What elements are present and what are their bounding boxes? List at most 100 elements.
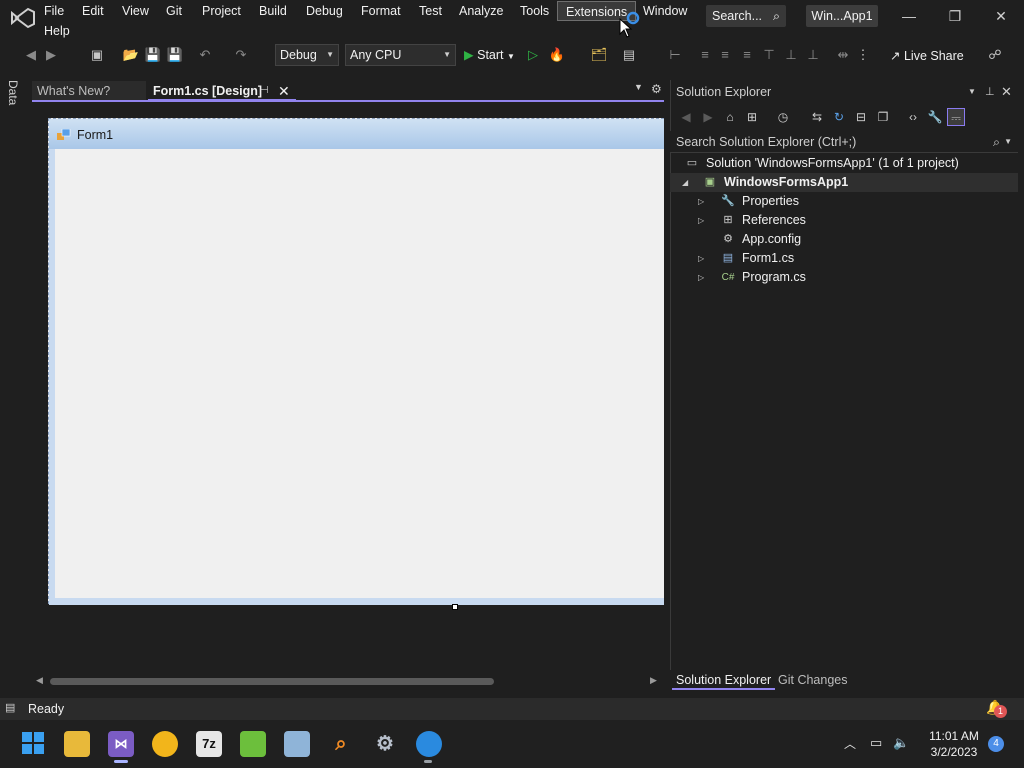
start-debugging-button[interactable]: ▶ Start ▼ [464, 45, 515, 65]
collapsed-arrow-icon[interactable]: ▷ [698, 192, 704, 211]
align-middle-icon[interactable]: ⊤ [760, 46, 778, 64]
align-center-icon[interactable]: ≡ [696, 46, 714, 64]
tab-overflow-icon[interactable]: ▼ [634, 82, 643, 92]
sync-with-document-icon[interactable]: ⇆ [808, 108, 826, 126]
layout-toolbar-icon[interactable]: ▤ [620, 46, 638, 64]
navigate-forward-icon[interactable]: ▶ [42, 46, 60, 64]
panel-options-icon[interactable]: ▼ [968, 84, 976, 100]
solution-explorer-search-input[interactable]: Search Solution Explorer (Ctrl+;) ⌕ ▼ [670, 131, 1018, 153]
tree-item-solution[interactable]: ▭ Solution 'WindowsFormsApp1' (1 of 1 pr… [670, 154, 1018, 173]
save-icon[interactable]: 💾 [144, 46, 162, 64]
file-explorer-icon[interactable] [64, 731, 90, 757]
pin-tab-icon[interactable]: ⊣ [260, 81, 269, 101]
open-file-icon[interactable]: 📂 [122, 46, 140, 64]
horizontal-scroll-thumb[interactable] [50, 678, 494, 685]
collapsed-arrow-icon[interactable]: ▷ [698, 249, 704, 268]
hot-reload-icon[interactable]: 🔥 [548, 46, 566, 64]
align-bottom-icon[interactable]: ⊥ [782, 46, 800, 64]
tab-whats-new[interactable]: What's New? [32, 81, 146, 101]
scroll-right-icon[interactable]: ▶ [650, 675, 657, 686]
tree-item-program[interactable]: ▷ C# Program.cs [670, 268, 1018, 287]
collapsed-arrow-icon[interactable]: ▷ [698, 268, 704, 287]
make-same-size-icon[interactable]: ⊥ [804, 46, 822, 64]
align-right-icon[interactable]: ≡ [716, 46, 734, 64]
global-search-box[interactable]: Search... ⌕ [706, 5, 786, 27]
close-panel-icon[interactable]: ✕ [1001, 84, 1012, 100]
collapse-all-icon[interactable]: ⊟ [852, 108, 870, 126]
new-project-icon[interactable]: ▣ [88, 46, 106, 64]
preview-selected-items-icon[interactable]: ⎓ [947, 108, 965, 126]
home-icon[interactable]: ⌂ [721, 108, 739, 126]
visual-studio-logo-icon[interactable] [8, 6, 36, 30]
photos-app-icon[interactable] [284, 731, 310, 757]
menu-project[interactable]: Project [200, 1, 243, 21]
browser-app-icon[interactable] [152, 731, 178, 757]
tab-solution-explorer[interactable]: Solution Explorer [672, 671, 776, 690]
pin-panel-icon[interactable]: ⊥ [985, 84, 995, 100]
menu-edit[interactable]: Edit [80, 1, 106, 21]
notification-center-badge[interactable]: 4 [988, 736, 1004, 752]
taskbar-clock-time[interactable]: 11:01 AM [924, 729, 984, 744]
properties-wrench-icon[interactable]: 🔧 [926, 108, 944, 126]
edge-browser-icon[interactable] [416, 731, 442, 757]
seven-zip-icon[interactable]: 7z [196, 731, 222, 757]
menu-file[interactable]: File [42, 1, 66, 21]
minimize-icon[interactable]: — [894, 4, 924, 28]
tray-overflow-chevron-icon[interactable]: ︿ [844, 735, 856, 752]
output-status-icon[interactable]: ▤ [5, 701, 15, 714]
form1-window[interactable] [48, 118, 664, 604]
volume-icon[interactable]: 🔈 [893, 735, 909, 751]
tree-item-properties[interactable]: ▷ 🔧 Properties [670, 192, 1018, 211]
menu-build[interactable]: Build [257, 1, 289, 21]
align-top-icon[interactable]: ≡ [738, 46, 756, 64]
close-window-icon[interactable]: ✕ [986, 4, 1016, 28]
save-all-icon[interactable]: 💾 [166, 46, 184, 64]
refresh-icon[interactable]: ↻ [830, 108, 848, 126]
navigate-back-icon[interactable]: ◀ [22, 46, 40, 64]
network-icon[interactable]: ▭ [870, 735, 882, 751]
tree-item-form1[interactable]: ▷ ▤ Form1.cs [670, 249, 1018, 268]
switch-views-icon[interactable]: ⊞ [743, 108, 761, 126]
view-code-icon[interactable]: ‹› [904, 108, 922, 126]
solution-name-badge[interactable]: Win...App1 [806, 5, 878, 27]
se-back-icon[interactable]: ◀ [677, 108, 695, 126]
expanded-arrow-icon[interactable]: ◢ [682, 173, 688, 192]
undo-icon[interactable]: ↶ [196, 46, 214, 64]
taskbar-clock-date[interactable]: 3/2/2023 [924, 745, 984, 760]
menu-view[interactable]: View [120, 1, 151, 21]
tree-item-app-config[interactable]: ⚙ App.config [670, 230, 1018, 249]
show-all-files-icon[interactable]: ❐ [874, 108, 892, 126]
redo-icon[interactable]: ↷ [232, 46, 250, 64]
game-app-icon[interactable] [240, 731, 266, 757]
solution-platform-select[interactable]: Any CPU ▼ [345, 44, 456, 66]
feedback-icon[interactable]: ☍ [986, 46, 1004, 64]
tab-form1-design[interactable]: Form1.cs [Design] [148, 81, 296, 101]
menu-help[interactable]: Help [42, 21, 72, 41]
tree-item-references[interactable]: ▷ ⊞ References [670, 211, 1018, 230]
visual-studio-taskbar-icon[interactable]: ⋈ [108, 731, 134, 757]
close-tab-icon[interactable]: ✕ [278, 81, 290, 101]
menu-format[interactable]: Format [359, 1, 403, 21]
tree-item-project[interactable]: ◢ ▣ WindowsFormsApp1 [670, 173, 1018, 192]
spacing-icon[interactable]: ⇹ [834, 46, 852, 64]
resize-handle[interactable] [452, 604, 458, 610]
align-left-icon[interactable]: ⊢ [666, 46, 684, 64]
scroll-left-icon[interactable]: ◀ [36, 675, 43, 686]
menu-window[interactable]: Window [641, 1, 689, 21]
start-without-debugging-icon[interactable]: ▷ [524, 46, 542, 64]
settings-gear-icon[interactable]: ⚙ [372, 731, 398, 757]
tab-git-changes[interactable]: Git Changes [774, 671, 851, 690]
solution-explorer-toolbar-icon[interactable]: 🗂 [590, 46, 608, 64]
menu-analyze[interactable]: Analyze [457, 1, 505, 21]
search-app-icon[interactable]: ⌕ [328, 731, 354, 757]
form1-title-bar[interactable] [49, 119, 664, 149]
toolbar-overflow-icon[interactable]: ⋮ [854, 46, 872, 64]
pending-changes-filter-icon[interactable]: ◷ [774, 108, 792, 126]
data-sources-tab[interactable]: Data Sources [0, 80, 22, 152]
menu-test[interactable]: Test [417, 1, 444, 21]
tab-settings-gear-icon[interactable]: ⚙ [651, 82, 662, 96]
menu-tools[interactable]: Tools [518, 1, 551, 21]
solution-configuration-select[interactable]: Debug ▼ [275, 44, 339, 66]
restore-icon[interactable]: ❐ [940, 4, 970, 28]
menu-debug[interactable]: Debug [304, 1, 345, 21]
